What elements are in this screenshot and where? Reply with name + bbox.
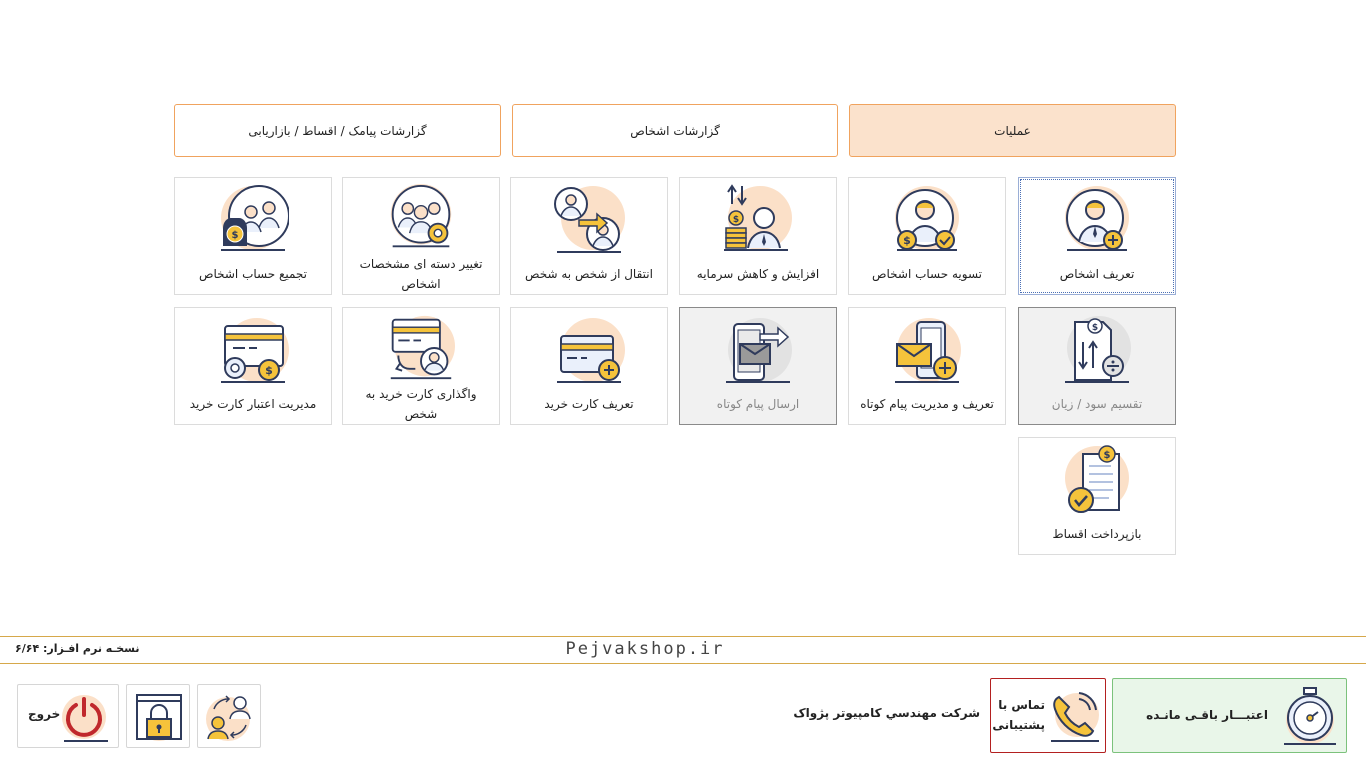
svg-text:$: $ <box>733 215 739 225</box>
profit-split-icon: $ <box>1065 316 1131 383</box>
tile-label: تسویه حساب اشخاص <box>871 267 983 281</box>
tile-label: بازپرداخت اقساط <box>1052 527 1142 541</box>
contact-support-button[interactable]: تماس با پشتیبانی <box>990 678 1106 753</box>
merge-accounts-icon: $ <box>221 185 289 251</box>
tile-label: ارسال پیام کوتاه <box>716 397 800 411</box>
sms-send-icon <box>726 318 792 383</box>
tile-label: تعریف اشخاص <box>1059 267 1135 281</box>
tab-label: گزارشات اشخاص <box>630 123 720 138</box>
tab-sms-reports[interactable]: گزارشات پیامک / اقساط / بازاریابی <box>174 104 501 157</box>
svg-text:$: $ <box>232 230 239 241</box>
tab-label: گزارشات پیامک / اقساط / بازاریابی <box>248 123 427 138</box>
tile-settle-persons[interactable]: $ تسویه حساب اشخاص <box>848 177 1006 295</box>
tile-assign-card[interactable]: واگذاری کارت خرید به شخص <box>342 307 500 425</box>
tile-sms-manage[interactable]: تعریف و مدیریت پیام کوتاه <box>848 307 1006 425</box>
tab-label: عملیات <box>994 123 1031 138</box>
tile-label: تغییر دسته ای مشخصات اشخاص <box>359 257 483 291</box>
tile-define-card[interactable]: تعریف کارت خرید <box>510 307 668 425</box>
tile-sms-send[interactable]: ارسال پیام کوتاه <box>679 307 837 425</box>
tile-label: تعریف کارت خرید <box>544 397 634 411</box>
footer-band: Pejvakshop.ir نسخـه نرم افـزار: ۶/۶۴ <box>0 636 1366 664</box>
exit-button[interactable]: خروج <box>17 684 119 748</box>
card-credit-icon: $ <box>221 318 289 383</box>
contact-support-label: تماس با پشتیبانی <box>992 698 1045 732</box>
site-name: Pejvakshop.ir <box>565 639 725 659</box>
exit-label: خروج <box>28 707 61 721</box>
software-version: نسخـه نرم افـزار: ۶/۶۴ <box>15 642 140 655</box>
sms-manage-icon <box>895 318 961 383</box>
transfer-person-icon <box>554 186 625 253</box>
card-assign-icon <box>390 315 455 380</box>
tile-batch-change[interactable]: تغییر دسته ای مشخصات اشخاص <box>342 177 500 295</box>
phone-icon <box>1051 692 1099 742</box>
company-name: شرکت مهندسي کامپيوتر پژواک <box>793 706 980 720</box>
person-settle-icon: $ <box>895 186 959 251</box>
tile-profit-split[interactable]: $ تقسیم سود / زیان <box>1018 307 1176 425</box>
tile-label: افزایش و کاهش سرمایه <box>696 267 820 281</box>
tile-installments[interactable]: $ بازپرداخت اقساط <box>1018 437 1176 555</box>
remaining-credit-box[interactable]: اعتبـــار باقـی مانـده <box>1112 678 1347 753</box>
installment-icon: $ <box>1065 445 1129 513</box>
tile-label: تجمیع حساب اشخاص <box>198 267 308 281</box>
lock-icon <box>136 694 182 741</box>
switch-user-button[interactable] <box>197 684 261 748</box>
svg-text:$: $ <box>903 234 911 247</box>
tile-label: تقسیم سود / زیان <box>1051 397 1143 411</box>
tile-label: انتقال از شخص به شخص <box>525 267 653 281</box>
remaining-credit-label: اعتبـــار باقـی مانـده <box>1146 708 1268 722</box>
group-settings-icon <box>390 184 452 248</box>
capital-change-icon: $ <box>724 184 792 251</box>
power-icon <box>62 695 108 742</box>
tile-capital-change[interactable]: $ افزایش و کاهش سرمایه <box>679 177 837 295</box>
svg-text:$: $ <box>1104 450 1111 461</box>
tile-card-credit[interactable]: $ مدیریت اعتبار کارت خرید <box>174 307 332 425</box>
tile-transfer-person[interactable]: انتقال از شخص به شخص <box>510 177 668 295</box>
tile-label: واگذاری کارت خرید به شخص <box>365 387 477 421</box>
svg-text:$: $ <box>1092 323 1098 333</box>
tile-label: تعریف و مدیریت پیام کوتاه <box>860 397 994 411</box>
tab-operations[interactable]: عملیات <box>849 104 1176 157</box>
svg-text:$: $ <box>265 364 273 377</box>
tile-define-persons[interactable]: تعریف اشخاص <box>1018 177 1176 295</box>
tile-merge-accounts[interactable]: $ تجمیع حساب اشخاص <box>174 177 332 295</box>
tile-label: مدیریت اعتبار کارت خرید <box>189 397 317 411</box>
tab-person-reports[interactable]: گزارشات اشخاص <box>512 104 838 157</box>
person-add-icon <box>1065 186 1129 251</box>
lock-screen-button[interactable] <box>126 684 190 748</box>
switch-user-icon <box>206 695 251 741</box>
card-add-icon <box>557 318 625 383</box>
stopwatch-icon <box>1284 687 1336 745</box>
